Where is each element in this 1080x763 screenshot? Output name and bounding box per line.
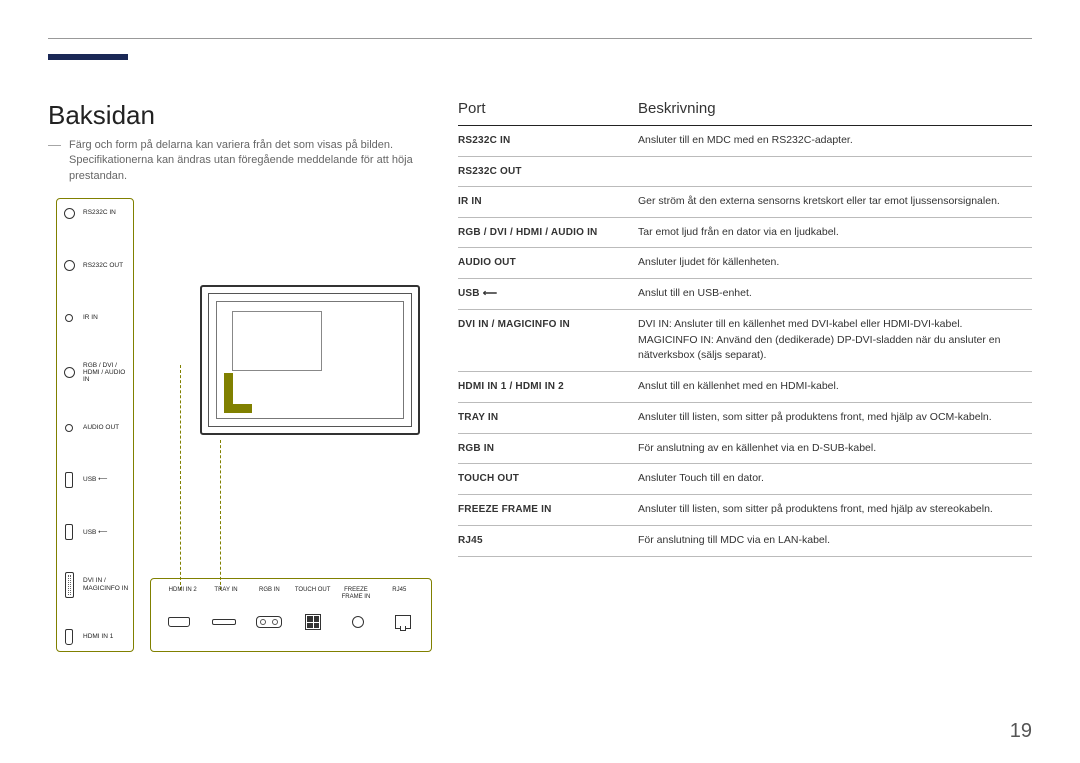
table-row: AUDIO OUTAnsluter ljudet för källenheten… <box>458 248 1032 279</box>
port-description: För anslutning till MDC via en LAN-kabel… <box>638 533 1032 549</box>
callout-dash-line-2 <box>220 440 221 590</box>
port-description: Anslut till en USB-enhet. <box>638 286 1032 302</box>
device-rear-diagram <box>200 285 420 445</box>
table-row: RS232C OUT <box>458 157 1032 187</box>
side-port-ir-in: IR IN <box>61 310 129 326</box>
bottom-port-label: HDMI IN 2 <box>161 587 204 600</box>
port-name: RGB IN <box>458 441 638 457</box>
note-text: Färg och form på delarna kan variera frå… <box>69 138 428 184</box>
table-row: TRAY INAnsluter till listen, som sitter … <box>458 403 1032 434</box>
port-description: Ger ström åt den externa sensorns kretsk… <box>638 194 1032 210</box>
port-name: IR IN <box>458 194 638 210</box>
port-name: AUDIO OUT <box>458 255 638 271</box>
page-title: Baksidan <box>48 100 155 131</box>
port-description: Anslut till en källenhet med en HDMI-kab… <box>638 379 1032 395</box>
side-port-audio-out: AUDIO OUT <box>61 420 129 436</box>
port-name: USB ⟵ <box>458 286 638 302</box>
port-name: RS232C IN <box>458 133 638 149</box>
port-name: RS232C OUT <box>458 164 638 179</box>
port-description: DVI IN: Ansluter till en källenhet med D… <box>638 317 1032 364</box>
tray-slot-icon <box>211 613 237 631</box>
port-description-table: Port Beskrivning RS232C INAnsluter till … <box>458 100 1032 557</box>
port-description: Ansluter till en MDC med en RS232C-adapt… <box>638 133 1032 149</box>
bottom-port-label: TRAY IN <box>204 587 247 600</box>
side-port-rs232c-out: RS232C OUT <box>61 257 129 273</box>
table-header-desc: Beskrivning <box>638 100 1032 117</box>
accent-bar <box>48 54 128 60</box>
port-description: Ansluter Touch till en dator. <box>638 471 1032 487</box>
port-description: Ansluter till listen, som sitter på prod… <box>638 410 1032 426</box>
freeze-frame-icon <box>345 613 371 631</box>
port-name: RJ45 <box>458 533 638 549</box>
table-row: HDMI IN 1 / HDMI IN 2Anslut till en käll… <box>458 372 1032 403</box>
port-region-marker-icon <box>224 373 252 413</box>
table-row: DVI IN / MAGICINFO INDVI IN: Ansluter ti… <box>458 310 1032 372</box>
port-name: FREEZE FRAME IN <box>458 502 638 518</box>
rj45-icon <box>390 613 416 631</box>
note-dash-icon: ― <box>48 136 61 184</box>
side-port-hdmi-in-1: HDMI IN 1 <box>61 629 129 645</box>
port-name: RGB / DVI / HDMI / AUDIO IN <box>458 225 638 241</box>
table-row: RGB / DVI / HDMI / AUDIO INTar emot ljud… <box>458 218 1032 249</box>
port-description <box>638 164 1032 179</box>
port-description: Ansluter till listen, som sitter på prod… <box>638 502 1032 518</box>
port-description: Tar emot ljud från en dator via en ljudk… <box>638 225 1032 241</box>
top-rule <box>48 38 1032 39</box>
side-port-rs232c-in: RS232C IN <box>61 205 129 221</box>
side-port-rgb-dvi-hdmi-audio: RGB / DVI / HDMI / AUDIO IN <box>61 362 129 383</box>
table-header-port: Port <box>458 100 638 117</box>
port-name: TRAY IN <box>458 410 638 426</box>
page-number: 19 <box>1010 720 1032 743</box>
table-row: RJ45För anslutning till MDC via en LAN-k… <box>458 526 1032 557</box>
vga-icon <box>256 613 282 631</box>
port-description: Ansluter ljudet för källenheten. <box>638 255 1032 271</box>
table-row: RGB INFör anslutning av en källenhet via… <box>458 434 1032 465</box>
table-row: IR INGer ström åt den externa sensorns k… <box>458 187 1032 218</box>
side-port-usb-2: USB ⟵ <box>61 524 129 540</box>
side-port-panel: RS232C IN RS232C OUT IR IN RGB / DVI / H… <box>56 198 134 652</box>
port-name: TOUCH OUT <box>458 471 638 487</box>
bottom-port-label: RJ45 <box>378 587 421 600</box>
port-description: För anslutning av en källenhet via en D-… <box>638 441 1032 457</box>
table-row: FREEZE FRAME INAnsluter till listen, som… <box>458 495 1032 526</box>
side-port-usb-1: USB ⟵ <box>61 472 129 488</box>
side-port-dvi-magicinfo: DVI IN / MAGICINFO IN <box>61 577 129 593</box>
hdmi-icon <box>166 613 192 631</box>
bottom-port-strip: HDMI IN 2 TRAY IN RGB IN TOUCH OUT FREEZ… <box>150 578 432 652</box>
bottom-port-label: RGB IN <box>248 587 291 600</box>
port-name: DVI IN / MAGICINFO IN <box>458 317 638 364</box>
table-row: TOUCH OUTAnsluter Touch till en dator. <box>458 464 1032 495</box>
port-name: HDMI IN 1 / HDMI IN 2 <box>458 379 638 395</box>
callout-dash-line <box>180 365 181 590</box>
touch-out-icon <box>300 613 326 631</box>
bottom-port-label: FREEZE FRAME IN <box>334 587 377 600</box>
table-row: USB ⟵Anslut till en USB-enhet. <box>458 279 1032 310</box>
note: ― Färg och form på delarna kan variera f… <box>48 138 428 184</box>
table-row: RS232C INAnsluter till en MDC med en RS2… <box>458 126 1032 157</box>
bottom-port-label: TOUCH OUT <box>291 587 334 600</box>
